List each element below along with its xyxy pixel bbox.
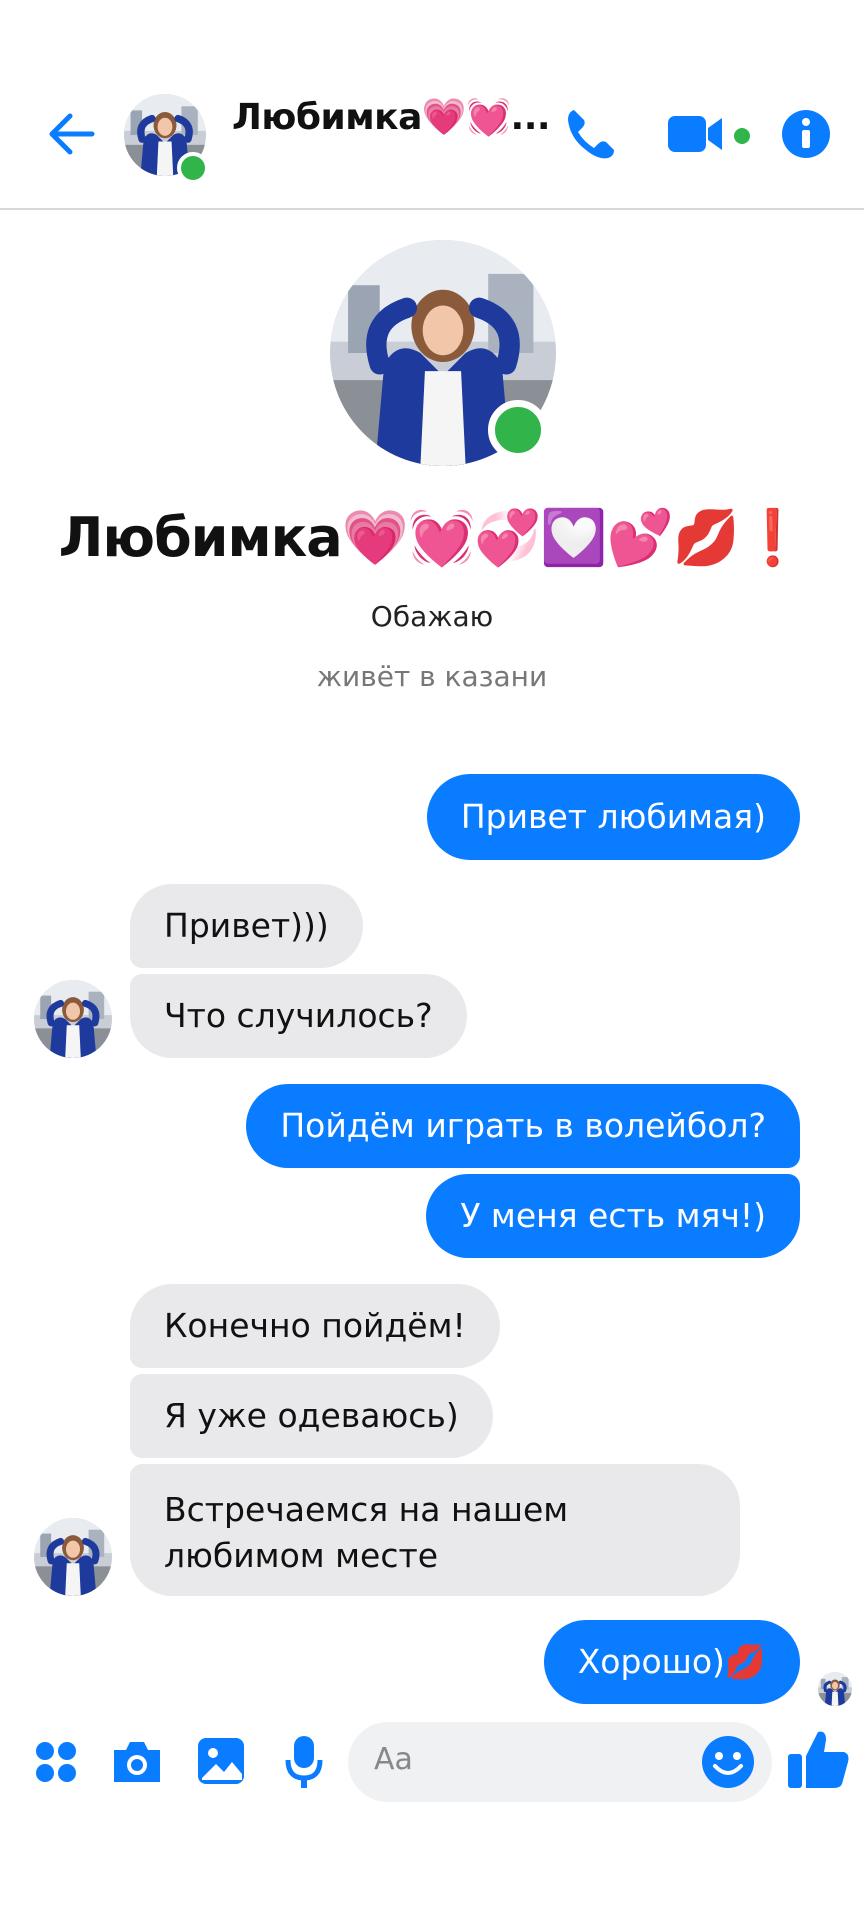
profile-location: живёт в казани: [316, 660, 548, 693]
profile-bio: Обажаю: [370, 600, 494, 633]
video-camera-icon[interactable]: [666, 110, 726, 158]
info-icon[interactable]: [780, 108, 832, 160]
microphone-icon[interactable]: [284, 1734, 324, 1790]
conversation-header: Любимка💗💓...: [0, 0, 864, 210]
sender-avatar[interactable]: [34, 980, 112, 1058]
contact-name[interactable]: Любимка💗💓...: [232, 96, 551, 138]
message-incoming[interactable]: Конечно пойдём!: [130, 1284, 500, 1368]
message-incoming[interactable]: Я уже одеваюсь): [130, 1374, 493, 1458]
apps-grid-icon[interactable]: [34, 1740, 78, 1784]
phone-icon[interactable]: [560, 104, 620, 164]
profile-name: Любимка💗💓💞💟💕💋❗: [58, 506, 807, 569]
message-input-placeholder: Aa: [374, 1742, 413, 1777]
sender-avatar[interactable]: [34, 1518, 112, 1596]
thumbs-up-icon[interactable]: [786, 1726, 852, 1792]
camera-icon[interactable]: [110, 1738, 164, 1786]
message-incoming[interactable]: Что случилось?: [130, 974, 467, 1058]
message-incoming[interactable]: Привет))): [130, 884, 363, 968]
message-outgoing[interactable]: Привет любимая): [426, 774, 800, 860]
emoji-smiley-icon[interactable]: [700, 1734, 756, 1790]
message-outgoing[interactable]: У меня есть мяч!): [426, 1174, 800, 1258]
message-outgoing[interactable]: Хорошо)💋: [543, 1620, 800, 1704]
back-arrow-icon[interactable]: [44, 106, 100, 162]
online-status-dot: [177, 152, 209, 184]
video-active-dot: [734, 128, 750, 144]
profile-online-dot: [488, 400, 548, 460]
gallery-image-icon[interactable]: [196, 1736, 246, 1786]
read-receipt-avatar: [818, 1672, 852, 1706]
message-incoming[interactable]: Встречаемся на нашем любимом месте: [130, 1464, 740, 1596]
message-outgoing[interactable]: Пойдём играть в волейбол?: [246, 1084, 800, 1168]
